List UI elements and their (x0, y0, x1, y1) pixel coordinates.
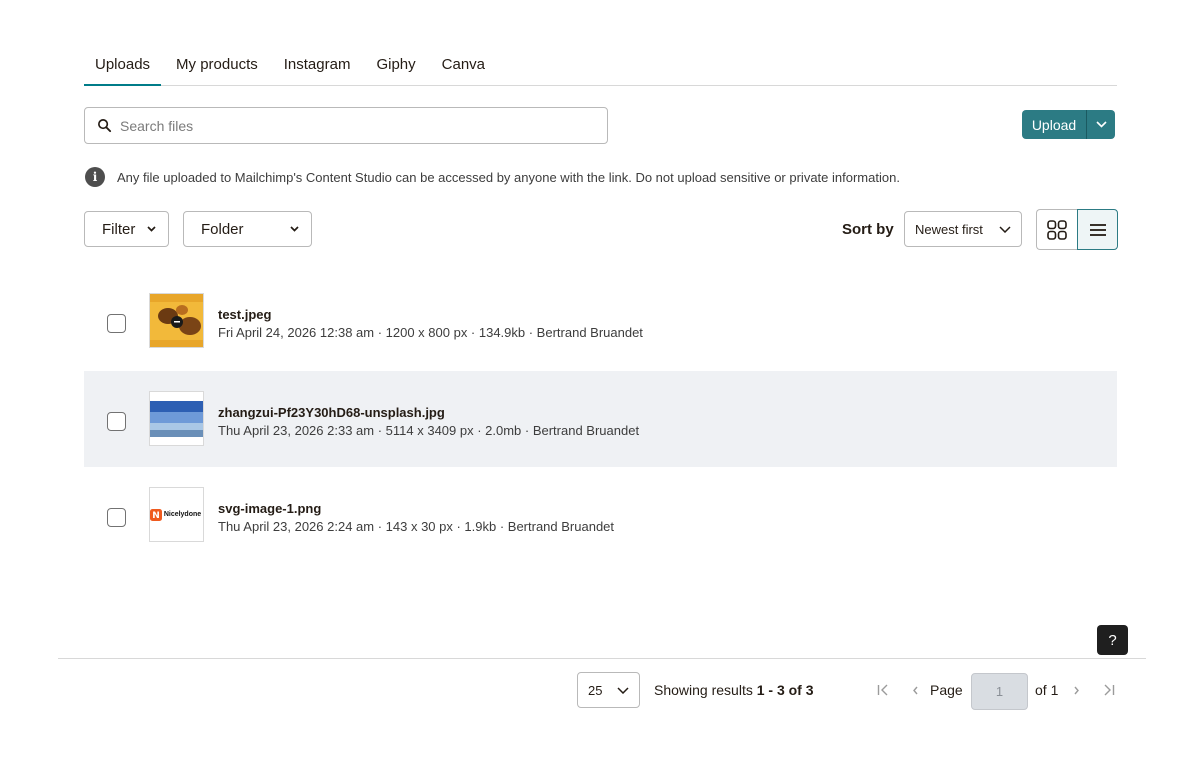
upload-options-button[interactable] (1086, 110, 1115, 139)
source-tabs: Uploads My products Instagram Giphy Canv… (84, 44, 1117, 86)
file-name: zhangzui-Pf23Y30hD68-unsplash.jpg (218, 405, 445, 420)
filter-dropdown[interactable]: Filter (84, 211, 169, 247)
tab-giphy[interactable]: Giphy (365, 44, 426, 86)
file-meta: Thu April 23, 2026 2:33 am · 5114 x 3409… (218, 423, 640, 438)
results-range: 1 - 3 of 3 (756, 682, 814, 698)
logo-text: Nicelydone (163, 511, 202, 518)
tab-my-products[interactable]: My products (165, 44, 269, 86)
file-checkbox[interactable] (107, 508, 126, 527)
chevron-down-icon (147, 226, 156, 232)
chevron-down-icon (999, 225, 1011, 233)
search-icon (98, 119, 112, 133)
page-number-input[interactable] (971, 673, 1028, 710)
chevron-down-icon (290, 226, 299, 232)
file-name: svg-image-1.png (218, 501, 322, 516)
privacy-notice: i Any file uploaded to Mailchimp's Conte… (85, 167, 900, 187)
file-name: test.jpeg (218, 307, 272, 322)
info-icon: i (85, 167, 105, 187)
next-page-icon[interactable] (1073, 686, 1080, 695)
view-toggle (1036, 209, 1118, 250)
tab-instagram[interactable]: Instagram (273, 44, 362, 86)
sort-label: Sort by (842, 221, 894, 238)
tab-uploads[interactable]: Uploads (84, 44, 162, 86)
sort-value: Newest first (915, 221, 983, 237)
notice-text: Any file uploaded to Mailchimp's Content… (117, 169, 900, 185)
first-page-icon[interactable] (877, 684, 889, 696)
results-prefix: Showing results (654, 682, 753, 698)
last-page-icon[interactable] (1103, 684, 1115, 696)
search-input[interactable] (120, 117, 580, 134)
grid-view-button[interactable] (1036, 209, 1077, 250)
file-row[interactable]: zhangzui-Pf23Y30hD68-unsplash.jpg Thu Ap… (84, 371, 1117, 467)
file-row[interactable]: test.jpeg Fri April 24, 2026 12:38 am · … (84, 273, 1117, 369)
page-label: Page (930, 682, 963, 698)
page-total: of 1 (1035, 682, 1059, 698)
file-thumbnail: N Nicelydone (149, 487, 204, 542)
prev-page-icon[interactable] (912, 686, 919, 695)
per-page-value: 25 (588, 682, 603, 698)
folder-dropdown[interactable]: Folder (183, 211, 312, 247)
search-box[interactable] (84, 107, 608, 144)
file-checkbox[interactable] (107, 314, 126, 333)
grid-icon (1047, 219, 1067, 240)
file-row[interactable]: N Nicelydone svg-image-1.png Thu April 2… (84, 467, 1117, 563)
list-icon (1089, 223, 1106, 236)
upload-button[interactable]: Upload (1022, 110, 1086, 139)
results-summary: Showing results 1 - 3 of 3 (654, 682, 814, 698)
chevron-down-icon (617, 686, 629, 694)
file-checkbox[interactable] (107, 412, 126, 431)
logo-icon: N (150, 508, 162, 521)
folder-label: Folder (201, 220, 244, 238)
photo-thumbnail-image (150, 294, 203, 347)
svg-text:N: N (152, 511, 160, 521)
file-meta: Fri April 24, 2026 12:38 am · 1200 x 800… (218, 325, 643, 340)
tab-canva[interactable]: Canva (431, 44, 496, 86)
filter-label: Filter (102, 220, 136, 238)
sort-dropdown[interactable]: Newest first (904, 211, 1022, 247)
footer-divider (58, 658, 1146, 659)
upload-split-button: Upload (1022, 110, 1115, 139)
chevron-down-icon (1095, 121, 1107, 128)
list-view-button[interactable] (1077, 209, 1118, 250)
file-thumbnail (149, 391, 204, 446)
photo-thumbnail-image (150, 392, 203, 445)
file-meta: Thu April 23, 2026 2:24 am · 143 x 30 px… (218, 519, 615, 534)
per-page-select[interactable]: 25 (577, 672, 640, 708)
file-thumbnail (149, 293, 204, 348)
help-button[interactable]: ? (1097, 625, 1128, 655)
